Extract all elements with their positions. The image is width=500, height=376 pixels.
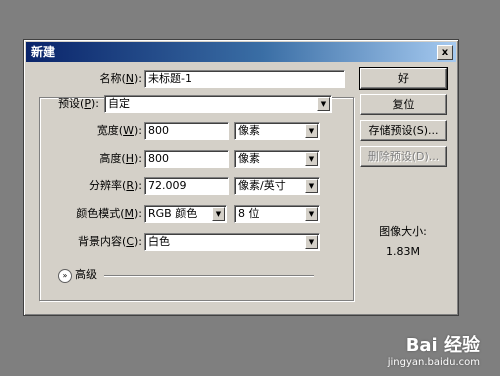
title-bar[interactable]: 新建 x <box>26 42 456 62</box>
name-input[interactable]: 未标题-1 <box>144 70 345 88</box>
watermark-url: jingyan.baidu.com <box>387 357 480 368</box>
dropdown-arrow-icon[interactable]: ▼ <box>305 207 318 221</box>
resolution-label: 分辨率(R): <box>89 179 142 192</box>
preset-label: 预设(P): <box>58 97 99 110</box>
background-value: 白色 <box>148 235 170 248</box>
dropdown-arrow-icon[interactable]: ▼ <box>305 235 318 249</box>
color-mode-label: 颜色模式(M): <box>76 207 142 220</box>
width-label: 宽度(W): <box>96 124 142 137</box>
height-input[interactable]: 800 <box>144 150 229 168</box>
dropdown-arrow-icon[interactable]: ▼ <box>212 207 225 221</box>
name-label: 名称(N): <box>99 72 142 85</box>
save-preset-button[interactable]: 存储预设(S)... <box>360 120 447 141</box>
watermark-brand: Bai 经验 <box>405 335 480 356</box>
reset-button[interactable]: 复位 <box>360 94 447 115</box>
resolution-input[interactable]: 72.009 <box>144 177 229 195</box>
preset-value: 自定 <box>108 97 130 110</box>
dropdown-arrow-icon[interactable]: ▼ <box>305 152 318 166</box>
advanced-label[interactable]: 高级 <box>75 266 97 284</box>
height-unit-select[interactable]: 像素 ▼ <box>234 150 320 168</box>
watermark: Bai 经验 jingyan.baidu.com <box>388 331 480 368</box>
background-select[interactable]: 白色 ▼ <box>144 233 320 251</box>
new-document-dialog: 新建 x 名称(N): 未标题-1 预设(P): 自定 ▼ 宽度(W): 800… <box>23 39 459 316</box>
width-unit-select[interactable]: 像素 ▼ <box>234 122 320 140</box>
resolution-unit-select[interactable]: 像素/英寸 ▼ <box>234 177 320 195</box>
advanced-divider <box>104 275 314 277</box>
width-input[interactable]: 800 <box>144 122 229 140</box>
delete-preset-button: 删除预设(D)... <box>360 146 447 167</box>
image-size-value: 1.83M <box>386 245 420 258</box>
width-unit-value: 像素 <box>238 124 260 137</box>
dropdown-arrow-icon[interactable]: ▼ <box>305 179 318 193</box>
height-label: 高度(H): <box>99 152 142 165</box>
close-button[interactable]: x <box>437 45 453 60</box>
background-label: 背景内容(C): <box>78 235 142 248</box>
dropdown-arrow-icon[interactable]: ▼ <box>317 97 330 111</box>
color-mode-select[interactable]: RGB 颜色 ▼ <box>144 205 227 223</box>
bit-depth-value: 8 位 <box>238 207 260 220</box>
chevron-double-down-icon[interactable]: » <box>58 269 72 283</box>
image-size-label: 图像大小: <box>379 225 427 238</box>
bit-depth-select[interactable]: 8 位 ▼ <box>234 205 320 223</box>
dialog-title: 新建 <box>31 45 56 59</box>
dropdown-arrow-icon[interactable]: ▼ <box>305 124 318 138</box>
ok-button[interactable]: 好 <box>359 67 448 90</box>
height-unit-value: 像素 <box>238 152 260 165</box>
resolution-unit-value: 像素/英寸 <box>238 179 286 192</box>
color-mode-value: RGB 颜色 <box>148 207 198 220</box>
preset-select[interactable]: 自定 ▼ <box>104 95 332 113</box>
